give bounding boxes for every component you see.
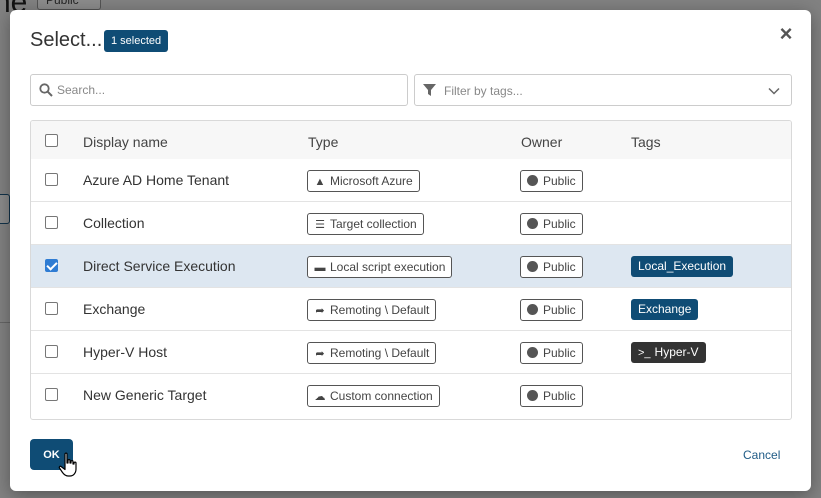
column-header-type[interactable]: Type (308, 134, 338, 150)
owner-badge: Public (520, 170, 583, 192)
type-badge: ➦ Remoting \ Default (307, 342, 437, 364)
filter-placeholder: Filter by tags... (444, 84, 523, 98)
row-display-name: New Generic Target (83, 387, 207, 403)
row-display-name: Exchange (83, 301, 146, 317)
globe-icon (527, 347, 538, 358)
column-header-display-name[interactable]: Display name (83, 134, 168, 150)
tag-badge: Local_Execution (631, 256, 734, 277)
layers-icon: ☰ (315, 219, 325, 231)
table-row[interactable]: Azure AD Home Tenant ▲ Microsoft Azure Pu… (31, 159, 791, 202)
close-button[interactable]: × (776, 23, 796, 45)
selected-count-badge: 1 selected (104, 30, 169, 52)
row-checkbox[interactable] (45, 388, 58, 401)
table-header: Display name Type Owner Tags (31, 121, 791, 164)
owner-badge: Public (520, 213, 583, 235)
owner-badge: Public (520, 385, 583, 407)
search-box[interactable] (30, 74, 408, 106)
type-badge: ▬ Local script execution (307, 256, 453, 278)
globe-icon (527, 175, 538, 186)
azure-icon: ▲ (314, 176, 326, 188)
type-badge: ☁ Custom connection (307, 385, 440, 407)
hand-cursor-icon (58, 452, 77, 477)
row-display-name: Direct Service Execution (83, 258, 236, 274)
type-badge: ➦ Remoting \ Default (307, 299, 437, 321)
terminal-icon: >_ (638, 347, 651, 359)
row-checkbox[interactable] (45, 173, 58, 186)
row-display-name: Hyper-V Host (83, 344, 168, 360)
type-badge: ☰ Target collection (307, 213, 424, 235)
cloud-icon: ☁ (314, 391, 326, 403)
drive-icon: ▬ (314, 262, 326, 274)
globe-icon (527, 261, 538, 272)
select-all-checkbox[interactable] (45, 134, 58, 147)
owner-badge: Public (520, 342, 583, 364)
table-row[interactable]: Exchange ➦ Remoting \ Default Public Exch… (31, 288, 791, 331)
share-arrow-icon: ➦ (315, 348, 325, 360)
chevron-down-icon[interactable] (767, 84, 781, 98)
tag-badge: Exchange (631, 299, 699, 320)
cancel-link[interactable]: Cancel (743, 448, 780, 462)
row-display-name: Collection (83, 215, 145, 231)
tag-filter-dropdown[interactable]: Filter by tags... (414, 74, 792, 106)
target-table: Display name Type Owner Tags Azure AD Ho… (30, 120, 792, 420)
table-row[interactable]: Hyper-V Host ➦ Remoting \ Default Public … (31, 331, 791, 374)
search-input[interactable] (57, 76, 402, 104)
column-header-tags[interactable]: Tags (631, 134, 661, 150)
globe-icon (527, 304, 538, 315)
table-row[interactable]: New Generic Target ☁ Custom connection Pu… (31, 374, 791, 417)
globe-icon (527, 218, 538, 229)
table-row-selected[interactable]: Direct Service Execution ▬ Local script e… (31, 245, 791, 288)
table-row[interactable]: Collection ☰ Target collection Public (31, 202, 791, 245)
share-arrow-icon: ➦ (315, 305, 325, 317)
owner-badge: Public (520, 256, 583, 278)
row-display-name: Azure AD Home Tenant (83, 172, 230, 188)
type-badge: ▲ Microsoft Azure (307, 170, 420, 192)
filter-icon (423, 84, 436, 96)
row-checkbox[interactable] (45, 216, 58, 229)
owner-badge: Public (520, 299, 583, 321)
column-header-owner[interactable]: Owner (521, 134, 562, 150)
row-checkbox[interactable] (45, 345, 58, 358)
search-icon (39, 83, 53, 97)
globe-icon (527, 390, 538, 401)
select-dialog: Select... 1 selected × Filter by tags...… (10, 10, 811, 491)
row-checkbox[interactable] (45, 302, 58, 315)
tag-badge: >_ Hyper-V (631, 342, 706, 363)
row-checkbox-checked[interactable] (45, 259, 58, 272)
dialog-title: Select... (30, 29, 103, 51)
